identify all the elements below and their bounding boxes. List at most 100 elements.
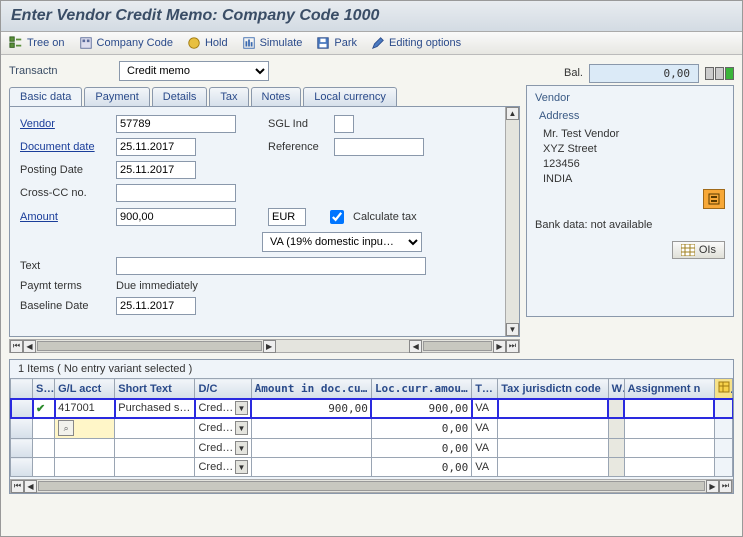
tab-basic-data[interactable]: Basic data (9, 87, 82, 106)
editing-options-button[interactable]: Editing options (371, 36, 461, 50)
w-cell[interactable] (608, 399, 624, 418)
amount-label[interactable]: Amount (20, 211, 110, 223)
baseline-date-input[interactable] (116, 297, 196, 315)
tab-notes[interactable]: Notes (251, 87, 302, 106)
transactn-select[interactable]: Credit memo (119, 61, 269, 81)
scroll-down-button[interactable]: ▼ (506, 323, 519, 336)
reference-input[interactable] (334, 138, 424, 156)
amount-doc-cell[interactable]: 900,00 (251, 399, 371, 418)
assignment-cell[interactable] (624, 439, 714, 458)
tax-code-cell[interactable]: VA (472, 458, 498, 477)
w-cell[interactable] (608, 418, 624, 439)
tax-code-cell[interactable]: VA (472, 399, 498, 418)
row-selector[interactable] (11, 418, 33, 439)
row-selector[interactable] (11, 439, 33, 458)
col-w[interactable]: W (608, 379, 624, 399)
amount-loc-cell[interactable]: 0,00 (371, 439, 471, 458)
w-cell[interactable] (608, 458, 624, 477)
col-amount-doc[interactable]: Amount in doc.curr. (251, 379, 371, 399)
gl-acct-cell[interactable]: 417001 (55, 399, 115, 418)
posting-date-input[interactable] (116, 161, 196, 179)
dc-cell[interactable]: Cred…▼ (195, 439, 251, 458)
grid-scroll-right[interactable]: ▶ (706, 480, 719, 493)
tax-jur-cell[interactable] (498, 458, 608, 477)
row-selector[interactable] (11, 399, 33, 418)
hold-button[interactable]: Hold (187, 36, 228, 50)
amount-input[interactable] (116, 208, 236, 226)
horizontal-scrollbar[interactable]: ⏮ ◀ ▶ ◀ ▶ ⏭ (9, 339, 520, 353)
scroll-last-right[interactable]: ⏭ (506, 340, 519, 353)
amount-doc-cell[interactable] (251, 418, 371, 439)
grid-horizontal-scrollbar[interactable]: ⏮ ◀ ▶ ⏭ (10, 479, 733, 493)
short-text-cell[interactable]: Purchased s… (115, 399, 195, 418)
col-tax-code[interactable]: T… (472, 379, 498, 399)
gl-acct-cell[interactable]: ⌕ (55, 418, 115, 439)
tab-local-currency[interactable]: Local currency (303, 87, 397, 106)
chevron-down-icon[interactable]: ▼ (235, 421, 247, 435)
tree-on-button[interactable]: Tree on (9, 36, 65, 50)
vendor-input[interactable] (116, 115, 236, 133)
col-rowheader[interactable] (11, 379, 33, 399)
text-input[interactable] (116, 257, 426, 275)
row-selector[interactable] (11, 458, 33, 477)
tab-details[interactable]: Details (152, 87, 208, 106)
col-tax-jur[interactable]: Tax jurisdictn code (498, 379, 608, 399)
gl-acct-cell[interactable] (55, 439, 115, 458)
vendor-label[interactable]: Vendor (20, 118, 110, 130)
col-dc[interactable]: D/C (195, 379, 251, 399)
w-cell[interactable] (608, 439, 624, 458)
table-row[interactable]: ⌕ Cred…▼ 0,00VA (11, 418, 733, 439)
amount-loc-cell[interactable]: 0,00 (371, 418, 471, 439)
amount-doc-cell[interactable] (251, 439, 371, 458)
chevron-down-icon[interactable]: ▼ (235, 401, 247, 415)
amount-loc-cell[interactable]: 900,00 (371, 399, 471, 418)
items-table[interactable]: S… G/L acct Short Text D/C Amount in doc… (10, 378, 733, 477)
grid-scroll-first[interactable]: ⏮ (11, 480, 24, 493)
chevron-down-icon[interactable]: ▼ (235, 441, 247, 455)
sgl-ind-input[interactable] (334, 115, 354, 133)
calculate-tax-checkbox[interactable] (330, 210, 344, 224)
tab-tax[interactable]: Tax (209, 87, 248, 106)
tax-code-cell[interactable]: VA (472, 418, 498, 439)
grid-scroll-last[interactable]: ⏭ (719, 480, 732, 493)
scroll-left-button-2[interactable]: ◀ (409, 340, 422, 353)
short-text-cell[interactable] (115, 418, 195, 439)
chevron-down-icon[interactable]: ▼ (235, 460, 247, 474)
park-button[interactable]: Park (316, 36, 357, 50)
col-status[interactable]: S… (33, 379, 55, 399)
col-config[interactable] (714, 379, 732, 399)
simulate-button[interactable]: Simulate (242, 36, 303, 50)
tab-payment[interactable]: Payment (84, 87, 149, 106)
tax-code-select[interactable]: VA (19% domestic inpu… (262, 232, 422, 252)
f4-search-icon[interactable]: ⌕ (58, 420, 74, 436)
vertical-scrollbar[interactable]: ▲ ▼ (505, 107, 519, 336)
table-row[interactable]: Cred…▼0,00VA (11, 458, 733, 477)
dc-cell[interactable]: Cred…▼ (195, 399, 251, 418)
gl-acct-cell[interactable] (55, 458, 115, 477)
amount-doc-cell[interactable] (251, 458, 371, 477)
currency-input[interactable] (268, 208, 306, 226)
scroll-left-button[interactable]: ◀ (23, 340, 36, 353)
document-date-label[interactable]: Document date (20, 141, 110, 153)
display-address-button[interactable] (703, 189, 725, 209)
tax-jur-cell[interactable] (498, 399, 608, 418)
tax-code-cell[interactable]: VA (472, 439, 498, 458)
col-assignment[interactable]: Assignment n (624, 379, 714, 399)
open-items-button[interactable]: OIs (672, 241, 725, 259)
short-text-cell[interactable] (115, 439, 195, 458)
col-short-text[interactable]: Short Text (115, 379, 195, 399)
col-amount-loc[interactable]: Loc.curr.amount (371, 379, 471, 399)
scroll-first-left[interactable]: ⏮ (10, 340, 23, 353)
dc-cell[interactable]: Cred…▼ (195, 418, 251, 439)
tax-jur-cell[interactable] (498, 418, 608, 439)
scroll-up-button[interactable]: ▲ (506, 107, 519, 120)
scroll-right-button-2[interactable]: ▶ (493, 340, 506, 353)
tax-jur-cell[interactable] (498, 439, 608, 458)
company-code-button[interactable]: Company Code (79, 36, 173, 50)
document-date-input[interactable] (116, 138, 196, 156)
col-gl-acct[interactable]: G/L acct (55, 379, 115, 399)
amount-loc-cell[interactable]: 0,00 (371, 458, 471, 477)
assignment-cell[interactable] (624, 399, 714, 418)
table-row[interactable]: ✔417001Purchased s…Cred…▼900,00900,00VA (11, 399, 733, 418)
scroll-right-button[interactable]: ▶ (263, 340, 276, 353)
